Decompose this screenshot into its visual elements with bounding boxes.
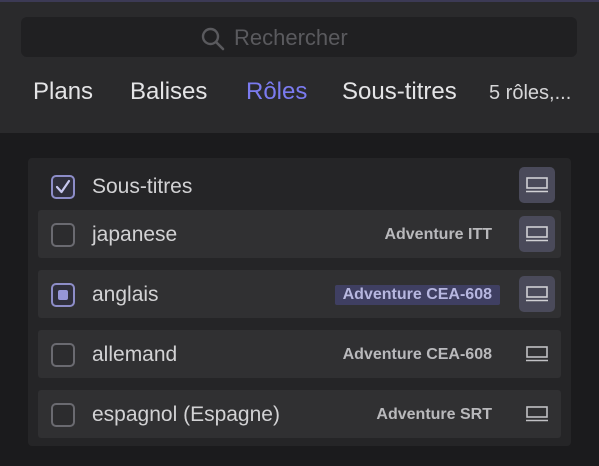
lane-toggle-button[interactable] (519, 167, 555, 203)
subtitle-lane-icon (526, 177, 548, 193)
lane-toggle-button[interactable] (519, 276, 555, 312)
role-tag: Adventure CEA-608 (342, 346, 492, 363)
role-checkbox[interactable] (51, 223, 75, 247)
roles-index-panel: Rechercher Plans Balises Rôles Sous-titr… (0, 0, 599, 466)
subtitle-lane-icon (526, 226, 548, 242)
lane-toggle-button[interactable] (519, 216, 555, 252)
roles-list: Sous-titres japanese Adventure ITT angla… (28, 158, 571, 446)
top-divider (0, 0, 599, 2)
role-tag: Adventure ITT (384, 226, 492, 243)
subtitle-lane-icon (526, 286, 548, 302)
lane-toggle-button[interactable] (519, 336, 555, 372)
mixed-state-indicator (58, 290, 68, 300)
role-checkbox[interactable] (51, 283, 75, 307)
subtitle-lane-icon (526, 406, 548, 422)
role-label: anglais (92, 283, 159, 306)
tab-balises[interactable]: Balises (130, 77, 207, 107)
tab-roles[interactable]: Rôles (246, 77, 307, 107)
subtitle-lane-icon (526, 346, 548, 362)
role-label: Sous-titres (92, 175, 193, 198)
role-tag: Adventure CEA-608 (334, 285, 500, 305)
role-tag: Adventure SRT (376, 406, 492, 423)
role-checkbox[interactable] (51, 403, 75, 427)
index-header: Rechercher Plans Balises Rôles Sous-titr… (0, 0, 599, 133)
lane-toggle-button[interactable] (519, 396, 555, 432)
role-label: japanese (92, 223, 178, 246)
role-row-sous-titres[interactable]: Sous-titres (38, 161, 561, 209)
role-checkbox[interactable] (51, 343, 75, 367)
role-row-japanese[interactable]: japanese Adventure ITT (38, 210, 561, 258)
role-label: espagnol (Espagne) (92, 403, 280, 426)
role-checkbox[interactable] (51, 175, 75, 199)
role-row-espagnol[interactable]: espagnol (Espagne) Adventure SRT (38, 390, 561, 438)
tab-sous-titres[interactable]: Sous-titres (342, 77, 457, 107)
role-row-allemand[interactable]: allemand Adventure CEA-608 (38, 330, 561, 378)
search-icon (201, 27, 225, 51)
search-placeholder[interactable]: Rechercher (234, 24, 348, 52)
checkmark-icon (55, 179, 71, 194)
role-row-anglais[interactable]: anglais Adventure CEA-608 (38, 270, 561, 318)
role-label: allemand (92, 343, 178, 366)
tab-plans[interactable]: Plans (33, 77, 93, 107)
roles-summary: 5 rôles,... (489, 82, 572, 104)
